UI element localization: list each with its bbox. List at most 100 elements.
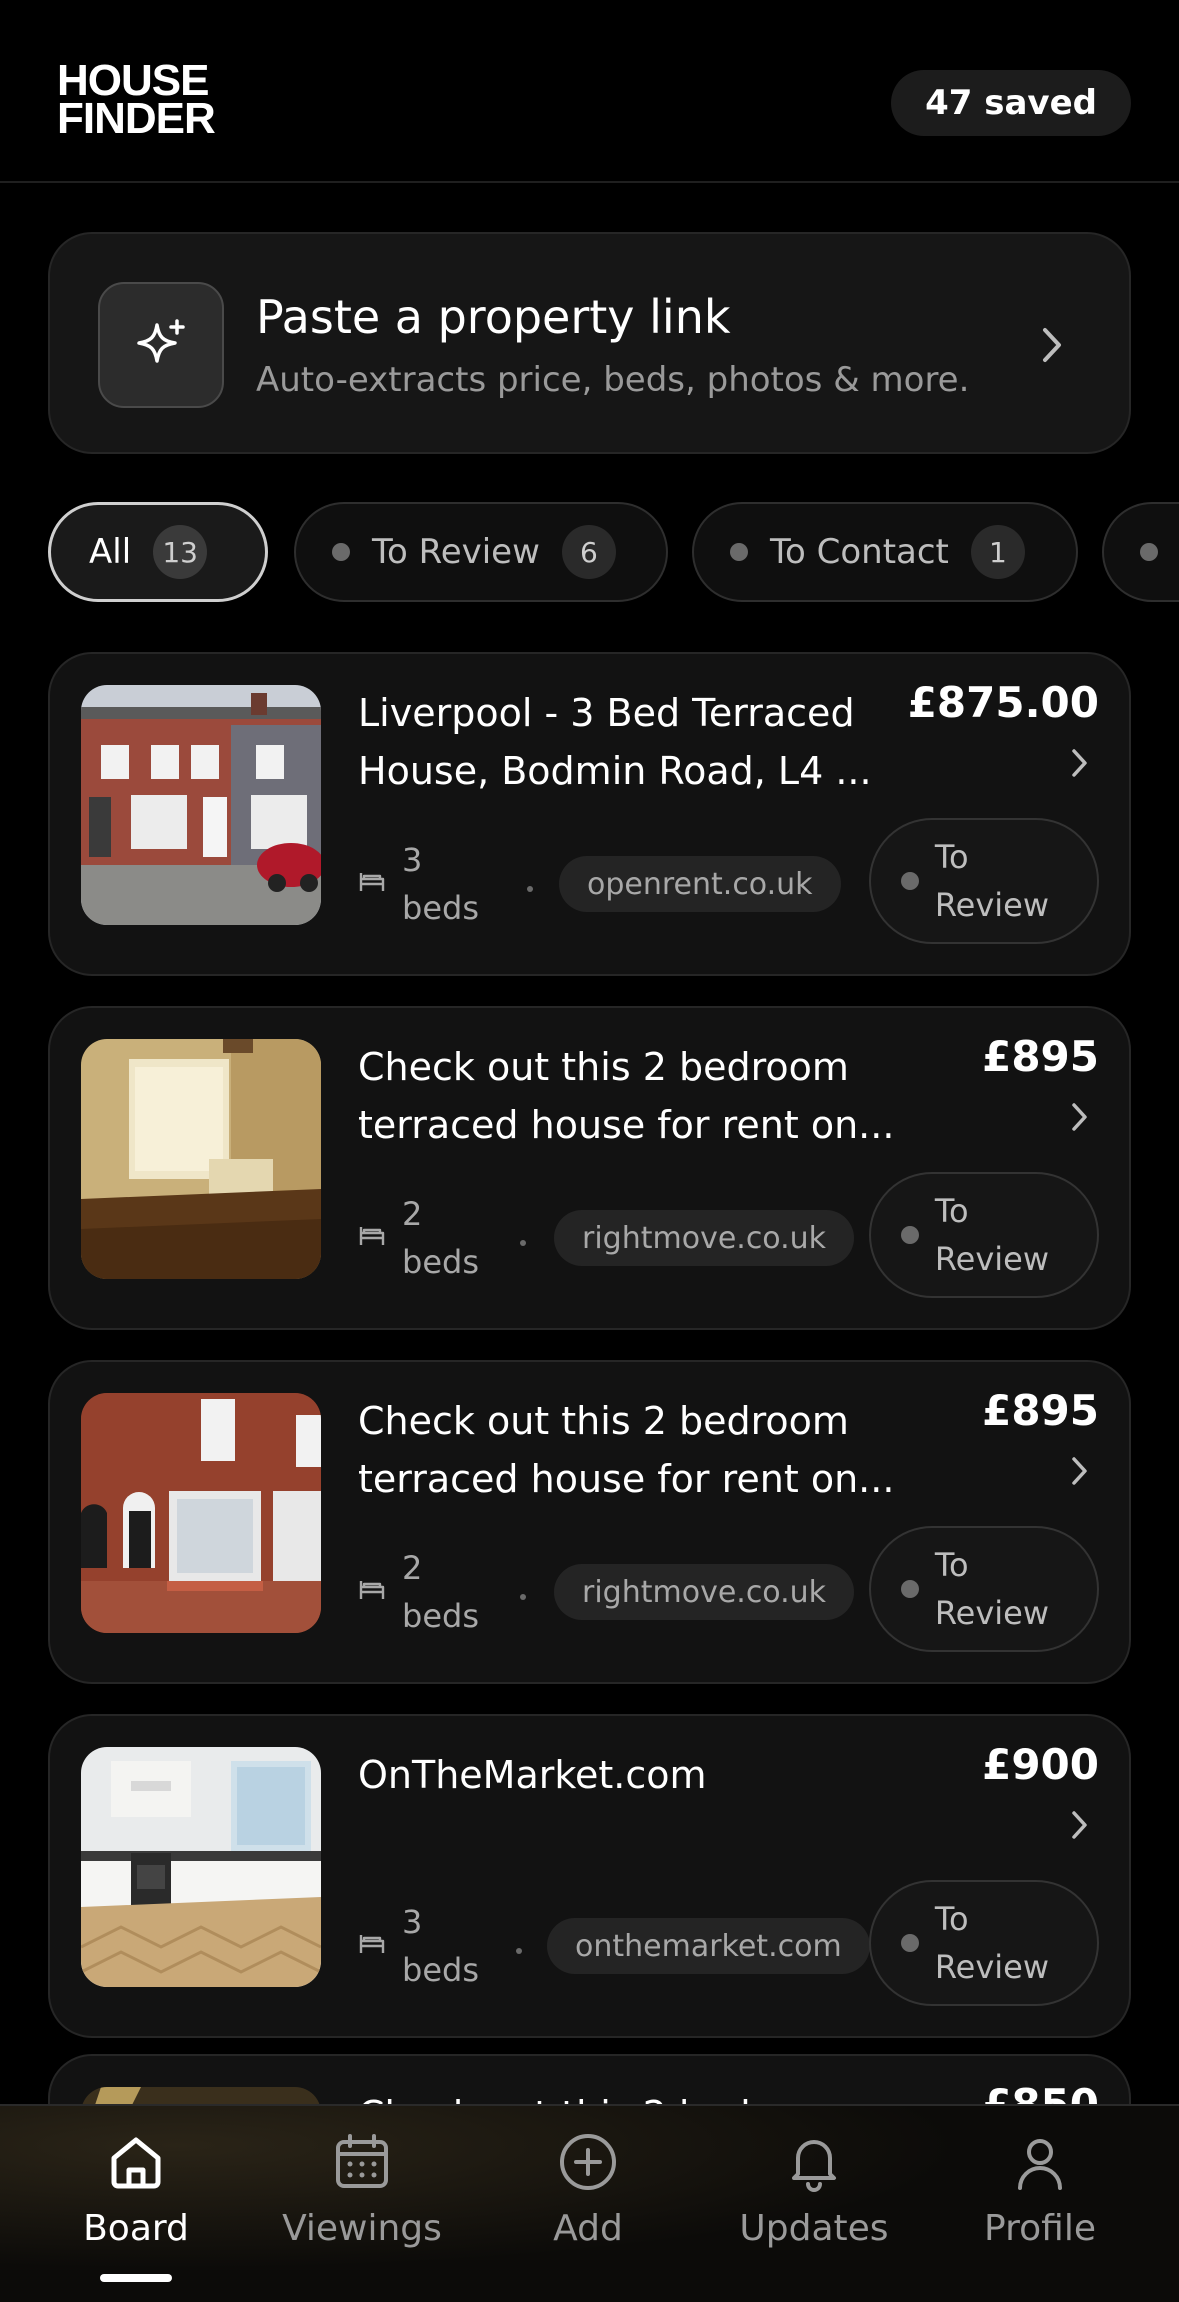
listing-card[interactable]: Check out this 2 bedroom terraced house …: [48, 1360, 1131, 1684]
bed-icon: [358, 1932, 386, 1960]
status-button[interactable]: To Review: [868, 1172, 1099, 1298]
bed-icon: [358, 1578, 386, 1606]
beds-count: 2: [402, 1195, 423, 1233]
filter-chip-count: 13: [153, 525, 208, 579]
separator-dot: [527, 886, 533, 892]
status-dot-icon: [900, 1226, 919, 1244]
app-header: HOUSE FINDER 47 saved: [0, 0, 1179, 183]
bottom-navigation: Board Viewings Add Updates Profile: [0, 2104, 1179, 2302]
paste-link-card[interactable]: Paste a property link Auto-extracts pric…: [48, 232, 1131, 454]
listing-title-line: Liverpool - 3 Bed Terraced: [358, 691, 855, 735]
status-dot-icon: [900, 1580, 919, 1598]
active-tab-indicator: [100, 2274, 172, 2282]
status-line: To: [934, 1192, 969, 1230]
listing-photo: [81, 1039, 321, 1279]
status-dot-icon: [900, 872, 919, 890]
status-button[interactable]: To Review: [868, 1880, 1099, 2006]
listing-photo: [81, 1393, 321, 1633]
chevron-right-icon: [1069, 1100, 1091, 1138]
paste-card-title: Paste a property link: [256, 290, 731, 344]
listing-card[interactable]: Check out this 2 bedroom terraced house …: [48, 1006, 1131, 1330]
listing-title-line: Check out this 2 bedroom: [358, 1045, 849, 1089]
sparkle-icon: [98, 282, 224, 408]
app-logo[interactable]: HOUSE FINDER: [57, 59, 216, 143]
nav-board[interactable]: Board: [36, 2130, 236, 2249]
separator-dot: [520, 1240, 526, 1246]
filter-chip-all[interactable]: All 13: [48, 502, 268, 602]
status-button[interactable]: To Review: [868, 1526, 1099, 1652]
filter-chip-row[interactable]: All 13 To Review 6 To Contact 1: [48, 502, 1179, 604]
nav-viewings[interactable]: Viewings: [262, 2130, 462, 2249]
nav-label: Add: [553, 2208, 623, 2249]
filter-chip-to-review[interactable]: To Review 6: [294, 502, 668, 602]
filter-chip-label: All: [89, 532, 132, 572]
listing-title: OnTheMarket.com: [358, 1746, 908, 1804]
status-dot-icon: [900, 1934, 919, 1952]
chevron-right-icon: [1069, 1808, 1091, 1846]
beds-count: 3: [402, 1903, 423, 1941]
nav-label: Board: [83, 2208, 189, 2249]
listing-photo: [81, 685, 321, 925]
status-dot-icon: [730, 543, 748, 561]
status-button[interactable]: To Review: [868, 818, 1099, 944]
filter-chip-more[interactable]: [1102, 502, 1179, 602]
nav-add[interactable]: Add: [488, 2130, 688, 2249]
nav-updates[interactable]: Updates: [714, 2130, 914, 2249]
beds-count: 2: [402, 1549, 423, 1587]
beds-count: 3: [402, 841, 423, 879]
listing-price: £895: [982, 1032, 1099, 1081]
chevron-right-icon: [1069, 1454, 1091, 1492]
listing-price: £895: [982, 1386, 1099, 1435]
listing-beds: 2 beds: [358, 1190, 479, 1286]
nav-label: Profile: [984, 2208, 1096, 2249]
listing-title: Check out this 2 bedroom terraced house …: [358, 1392, 908, 1508]
listing-beds: 3 beds: [358, 1898, 479, 1994]
nav-label: Viewings: [282, 2208, 442, 2249]
status-line: Review: [934, 1594, 1049, 1632]
status-line: Review: [934, 886, 1049, 924]
beds-label: beds: [402, 1243, 479, 1281]
chevron-right-icon: [1037, 322, 1067, 372]
logo-line-2: FINDER: [57, 94, 216, 143]
nav-profile[interactable]: Profile: [940, 2130, 1140, 2249]
bed-icon: [358, 1224, 386, 1252]
listing-beds: 3 beds: [358, 836, 479, 932]
plus-circle-icon: [556, 2130, 620, 2198]
source-domain-badge: openrent.co.uk: [559, 856, 841, 912]
user-icon: [1008, 2130, 1072, 2198]
calendar-icon: [330, 2130, 394, 2198]
listing-title-line: Check out this 2 bedroom: [358, 1399, 849, 1443]
filter-chip-label: To Review: [372, 532, 540, 572]
listing-title-line: terraced house for rent on...: [358, 1457, 895, 1501]
status-dot-icon: [332, 543, 350, 561]
listing-title: Liverpool - 3 Bed Terraced House, Bodmin…: [358, 684, 908, 800]
home-icon: [104, 2130, 168, 2198]
status-line: To: [934, 838, 969, 876]
filter-chip-count: 1: [970, 525, 1025, 579]
filter-chip-to-contact[interactable]: To Contact 1: [692, 502, 1078, 602]
source-domain-badge: rightmove.co.uk: [554, 1210, 855, 1266]
saved-count-button[interactable]: 47 saved: [891, 70, 1131, 136]
listing-title-line: House, Bodmin Road, L4 ...: [358, 749, 872, 793]
listing-card[interactable]: OnTheMarket.com £900 3 beds onthemarket.…: [48, 1714, 1131, 2038]
status-line: Review: [934, 1240, 1049, 1278]
status-line: To: [934, 1546, 969, 1584]
source-domain-badge: rightmove.co.uk: [554, 1564, 855, 1620]
beds-label: beds: [402, 889, 479, 927]
listing-price: £900: [982, 1740, 1099, 1789]
listing-title: Check out this 2 bedroom terraced house …: [358, 1038, 908, 1154]
separator-dot: [516, 1948, 522, 1954]
filter-chip-label: To Contact: [770, 532, 949, 572]
beds-label: beds: [402, 1597, 479, 1635]
status-dot-icon: [1140, 543, 1158, 561]
listing-photo: [81, 1747, 321, 1987]
separator-dot: [520, 1594, 526, 1600]
chevron-right-icon: [1069, 746, 1091, 784]
bed-icon: [358, 870, 386, 898]
listing-title-line: OnTheMarket.com: [358, 1753, 707, 1797]
listing-title-line: terraced house for rent on...: [358, 1103, 895, 1147]
nav-label: Updates: [739, 2208, 889, 2249]
filter-chip-count: 6: [561, 525, 616, 579]
listing-beds: 2 beds: [358, 1544, 479, 1640]
listing-card[interactable]: Liverpool - 3 Bed Terraced House, Bodmin…: [48, 652, 1131, 976]
